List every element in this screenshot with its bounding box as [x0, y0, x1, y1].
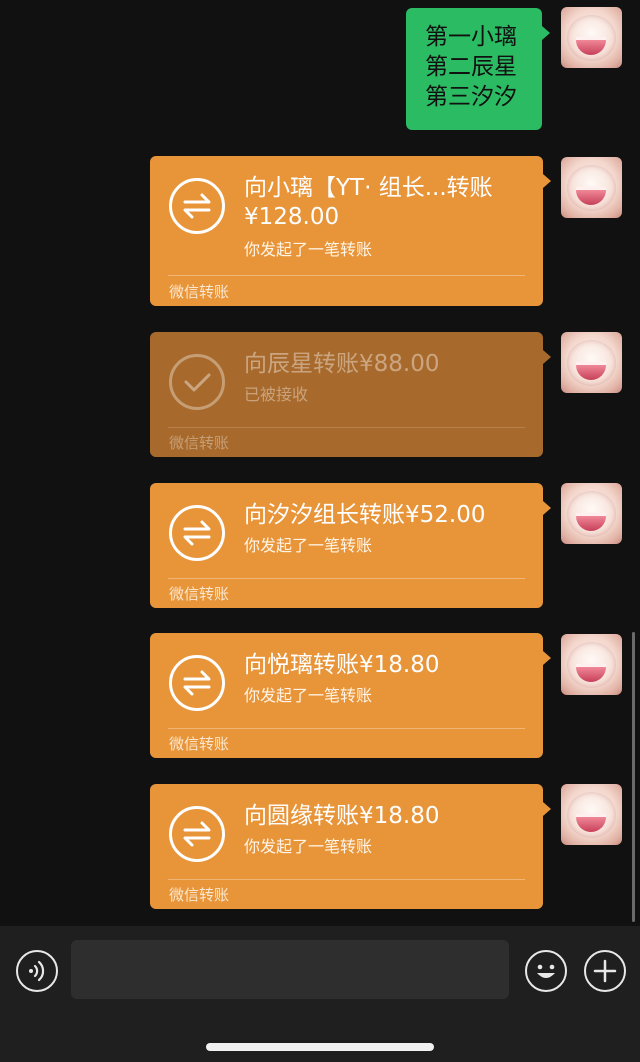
text-message-bubble[interactable]: 第一小璃 第二辰星 第三汐汐	[406, 8, 550, 130]
transfer-status: 已被接收	[244, 385, 309, 404]
transfer-status: 你发起了一笔转账	[244, 240, 373, 259]
transfer-card[interactable]: 向圆缘转账¥18.80 你发起了一笔转账 微信转账	[150, 784, 551, 909]
avatar[interactable]	[561, 634, 622, 695]
avatar[interactable]	[561, 332, 622, 393]
transfer-arrows-icon	[169, 505, 225, 561]
home-indicator[interactable]	[206, 1043, 434, 1051]
transfer-title: 向圆缘转账¥18.80	[244, 803, 440, 829]
transfer-title: 向悦璃转账¥18.80	[244, 652, 440, 678]
chat-area[interactable]: 第一小璃 第二辰星 第三汐汐 向小璃【YT· 组长...转账 ¥128.00 你…	[0, 0, 640, 926]
transfer-amount: ¥128.00	[244, 204, 340, 230]
transfer-arrows-icon	[169, 178, 225, 234]
transfer-footer: 微信转账	[169, 735, 230, 753]
transfer-footer: 微信转账	[169, 585, 230, 603]
divider	[168, 578, 525, 579]
divider	[168, 728, 525, 729]
transfer-card[interactable]: 向汐汐组长转账¥52.00 你发起了一笔转账 微信转账	[150, 483, 551, 608]
voice-icon[interactable]	[16, 950, 58, 992]
transfer-footer: 微信转账	[169, 886, 230, 904]
transfer-card[interactable]: 向悦璃转账¥18.80 你发起了一笔转账 微信转账	[150, 633, 551, 758]
checkmark-icon	[169, 354, 225, 410]
transfer-title: 向汐汐组长转账¥52.00	[244, 502, 486, 528]
plus-icon[interactable]	[584, 950, 626, 992]
input-bar	[0, 926, 640, 1062]
message-line: 第三汐汐	[425, 84, 517, 110]
transfer-arrows-icon	[169, 806, 225, 862]
divider	[168, 275, 525, 276]
transfer-footer: 微信转账	[169, 283, 230, 301]
avatar[interactable]	[561, 7, 622, 68]
avatar[interactable]	[561, 157, 622, 218]
transfer-status: 你发起了一笔转账	[244, 536, 373, 555]
message-input[interactable]	[71, 940, 509, 999]
avatar[interactable]	[561, 483, 622, 544]
divider	[168, 427, 525, 428]
avatar[interactable]	[561, 784, 622, 845]
transfer-status: 你发起了一笔转账	[244, 686, 373, 705]
divider	[168, 879, 525, 880]
emoji-icon[interactable]	[525, 950, 567, 992]
transfer-title: 向辰星转账¥88.00	[244, 351, 440, 377]
transfer-arrows-icon	[169, 655, 225, 711]
message-line: 第一小璃	[425, 24, 517, 50]
transfer-title: 向小璃【YT· 组长...转账	[244, 175, 493, 201]
scrollbar[interactable]	[632, 632, 635, 922]
message-line: 第二辰星	[425, 54, 517, 80]
transfer-status: 你发起了一笔转账	[244, 837, 373, 856]
transfer-card[interactable]: 向辰星转账¥88.00 已被接收 微信转账	[150, 332, 551, 457]
transfer-card[interactable]: 向小璃【YT· 组长...转账 ¥128.00 你发起了一笔转账 微信转账	[150, 156, 551, 306]
transfer-footer: 微信转账	[169, 434, 230, 452]
